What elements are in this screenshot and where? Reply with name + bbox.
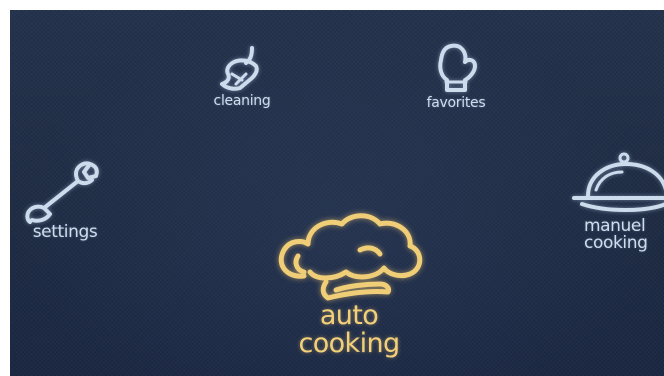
oven-touchscreen: cleaning favorites settings manuel cooki…	[10, 10, 664, 376]
settings-label: settings	[32, 222, 98, 242]
auto-cooking-button[interactable]: auto cooking	[264, 206, 434, 358]
settings-button[interactable]: settings	[10, 158, 120, 241]
oven-mitt-icon	[438, 43, 477, 92]
auto-cooking-label-line1: auto	[319, 300, 379, 331]
auto-cooking-label-line2: cooking	[298, 328, 400, 359]
manual-cooking-button[interactable]: manuel cooking	[566, 150, 664, 252]
wrench-icon	[25, 161, 99, 224]
broom-icon	[220, 46, 259, 91]
favorites-label: favorites	[426, 95, 486, 111]
favorites-button[interactable]: favorites	[410, 42, 502, 110]
cloche-icon	[572, 152, 664, 212]
cleaning-label: cleaning	[213, 93, 271, 109]
manual-cooking-label-line2: cooking	[584, 233, 648, 253]
chef-hat-icon	[278, 213, 423, 301]
cleaning-button[interactable]: cleaning	[198, 44, 286, 108]
